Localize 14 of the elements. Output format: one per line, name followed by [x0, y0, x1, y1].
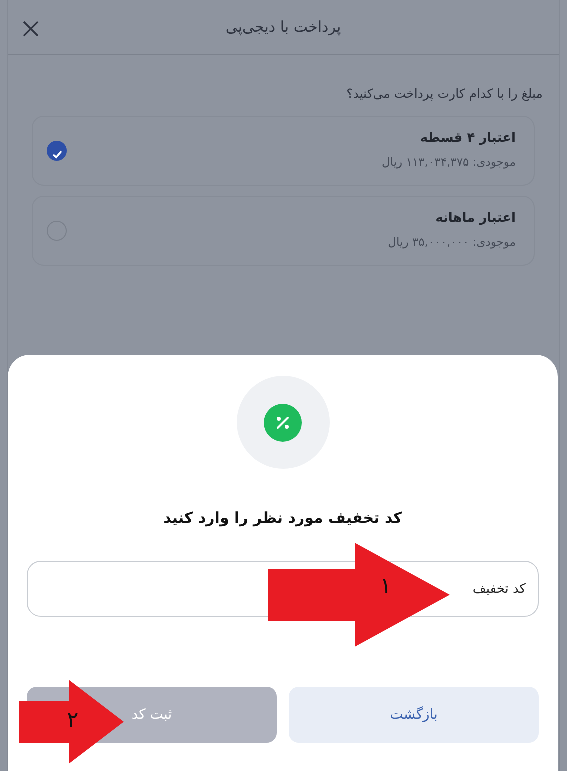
sheet-title: کد تخفیف مورد نظر را وارد کنید	[162, 508, 404, 529]
step-number: ۱	[380, 576, 392, 598]
question-text: مبلغ را با کدام کارت پرداخت می‌کنید؟	[346, 85, 543, 103]
dialog-title: پرداخت با دیجی‌پی	[226, 16, 342, 38]
payment-option-card[interactable]: اعتبار ۴ قسطه موجودی: ۱۱۳,۰۳۴,۳۷۵ ریال	[32, 116, 535, 186]
balance-text: موجودی: ۳۵,۰۰۰,۰۰۰ ریال	[388, 234, 516, 252]
payment-option-card[interactable]: اعتبار ماهانه موجودی: ۳۵,۰۰۰,۰۰۰ ریال	[32, 196, 535, 266]
back-button[interactable]: بازگشت	[289, 687, 539, 743]
percent-icon	[264, 404, 302, 442]
balance-text: موجودی: ۱۱۳,۰۳۴,۳۷۵ ریال	[382, 154, 516, 172]
option-name: اعتبار ۴ قسطه	[419, 130, 516, 148]
option-name: اعتبار ماهانه	[434, 210, 516, 228]
step-number: ۲	[67, 710, 79, 732]
checked-radio[interactable]	[47, 140, 67, 161]
